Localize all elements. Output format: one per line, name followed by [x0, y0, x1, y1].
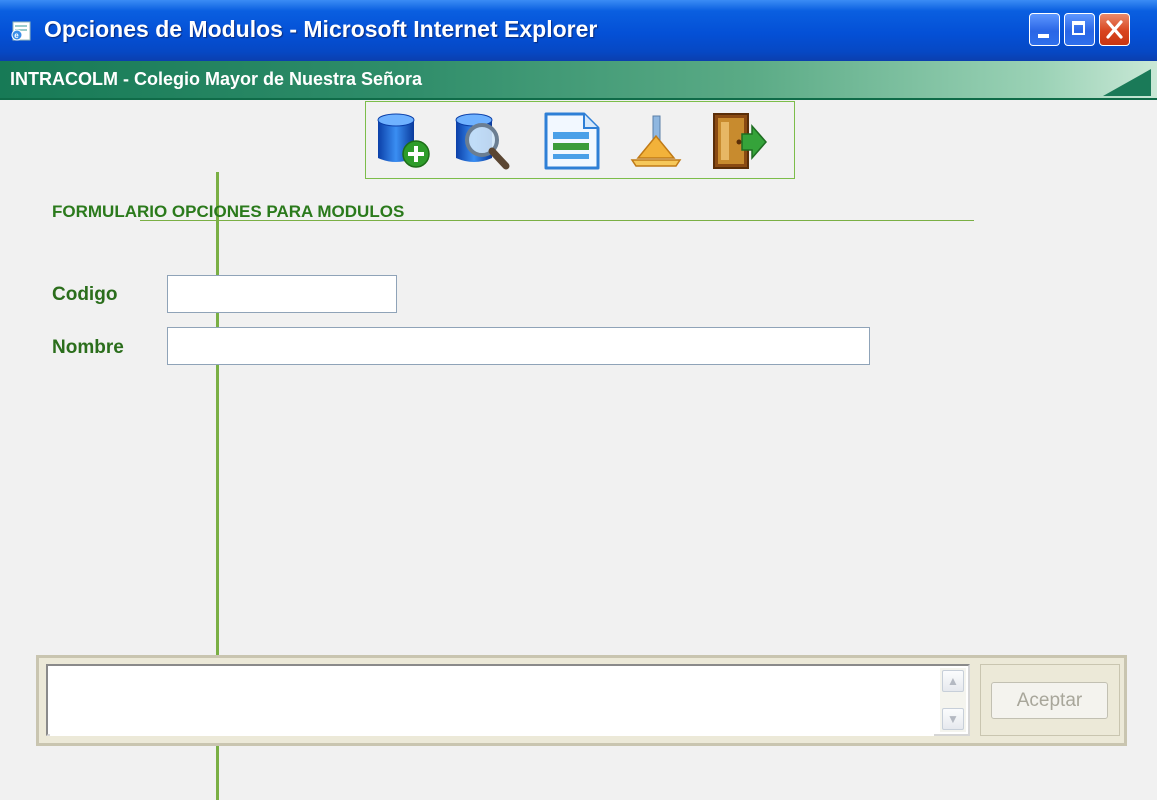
- app-header: INTRACOLM - Colegio Mayor de Nuestra Señ…: [0, 61, 1157, 100]
- accept-button-container: Aceptar: [980, 664, 1120, 736]
- form-title: FORMULARIO OPCIONES PARA MODULOS: [52, 202, 405, 221]
- document-button[interactable]: [542, 110, 602, 172]
- maximize-icon: [1072, 21, 1085, 35]
- chevron-up-icon: ▲: [947, 674, 959, 688]
- accept-button[interactable]: Aceptar: [991, 682, 1108, 719]
- window-titlebar[interactable]: e Opciones de Modulos - Microsoft Intern…: [0, 0, 1157, 61]
- svg-text:e: e: [14, 31, 19, 40]
- scroll-up-button[interactable]: ▲: [942, 670, 964, 692]
- scroll-down-button[interactable]: ▼: [942, 708, 964, 730]
- minimize-button[interactable]: [1029, 13, 1060, 46]
- document-icon: [544, 112, 600, 170]
- message-box: ▲ ▼: [46, 664, 970, 736]
- message-textarea[interactable]: [50, 668, 934, 736]
- codigo-label: Codigo: [52, 284, 118, 305]
- maximize-button[interactable]: [1064, 13, 1095, 46]
- window-title: Opciones de Modulos - Microsoft Internet…: [44, 16, 598, 42]
- exit-door-icon: [713, 113, 767, 169]
- chevron-down-icon: ▼: [947, 712, 959, 726]
- ie-page-icon: e: [10, 20, 34, 42]
- database-search-icon: [455, 113, 510, 170]
- nombre-input[interactable]: [167, 327, 870, 365]
- close-icon: [1106, 20, 1123, 39]
- toolbar: [365, 101, 795, 179]
- close-button[interactable]: [1099, 13, 1130, 46]
- codigo-input[interactable]: [167, 275, 397, 313]
- message-panel: ▲ ▼ Aceptar: [36, 655, 1127, 746]
- message-scrollbar[interactable]: ▲ ▼: [940, 668, 966, 732]
- app-title: INTRACOLM - Colegio Mayor de Nuestra Señ…: [10, 69, 423, 89]
- minimize-icon: [1038, 34, 1049, 38]
- header-corner-decoration: [1103, 69, 1151, 96]
- form-title-underline: [140, 220, 974, 221]
- clear-broom-button[interactable]: [626, 110, 686, 172]
- database-add-button[interactable]: [372, 110, 432, 172]
- exit-button[interactable]: [708, 110, 768, 172]
- nombre-label: Nombre: [52, 337, 124, 358]
- broom-icon: [630, 115, 682, 167]
- database-search-button[interactable]: [452, 110, 512, 172]
- database-add-icon: [377, 113, 430, 168]
